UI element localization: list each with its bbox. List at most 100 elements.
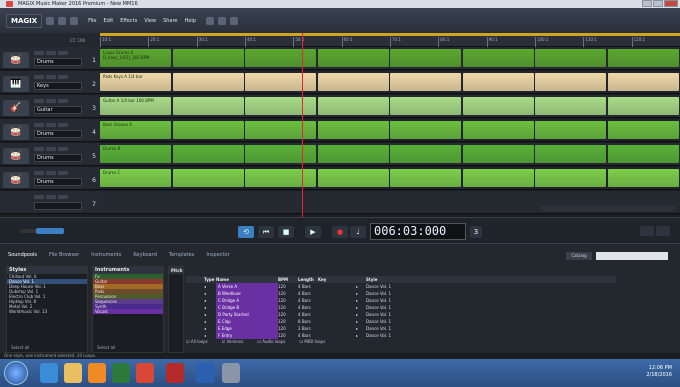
word-icon[interactable] — [196, 363, 214, 383]
track-name[interactable] — [34, 202, 82, 210]
fx-button[interactable] — [58, 51, 68, 55]
filter-checkbox[interactable]: ☑ Versions — [222, 339, 244, 345]
loop-play-icon[interactable]: ▸ — [356, 318, 366, 325]
track-name[interactable]: Drums — [34, 130, 82, 138]
col-length[interactable]: Length — [298, 276, 318, 283]
media-player-icon[interactable] — [88, 363, 106, 383]
style-item[interactable]: Worldmusic Vol. 13 — [7, 309, 87, 314]
audio-clip[interactable] — [172, 97, 244, 115]
audio-clip[interactable] — [462, 121, 534, 139]
tab-templates[interactable]: Templates — [169, 252, 194, 261]
audio-clip[interactable] — [245, 169, 316, 187]
fx-button[interactable] — [58, 123, 68, 127]
audio-clip[interactable]: Drums C — [100, 169, 171, 187]
loop-button[interactable]: ⟲ — [238, 226, 254, 238]
instrument-item[interactable]: Vocals — [93, 309, 163, 314]
fx-button[interactable] — [58, 195, 68, 199]
track-name[interactable]: Keys — [34, 82, 82, 90]
paint-icon[interactable] — [222, 363, 240, 383]
fx-button[interactable] — [58, 75, 68, 79]
audio-clip[interactable] — [390, 49, 461, 67]
open-file-icon[interactable] — [58, 16, 67, 25]
solo-button[interactable] — [46, 75, 56, 79]
menu-help[interactable]: Help — [185, 18, 196, 24]
menu-effects[interactable]: Effects — [120, 18, 137, 24]
audio-clip[interactable] — [317, 73, 389, 91]
table-row[interactable]: ◂ D Party Started 120 4 Bars ▸ Dance Vol. 1 — [186, 311, 616, 318]
col-type[interactable]: Type — [204, 276, 216, 283]
track-lane[interactable]: Bass Groove A — [100, 119, 680, 142]
track-lane[interactable]: Pads Keys A 1/4 bar — [100, 71, 680, 94]
table-row[interactable]: ◂ E Edge 120 2 Bars ▸ Dance Vol. 1 — [186, 325, 616, 332]
col-name[interactable]: Name — [216, 276, 278, 283]
audio-clip[interactable] — [607, 97, 679, 115]
play-button[interactable]: ▶ — [305, 226, 321, 238]
zoom-out-button[interactable] — [640, 226, 654, 236]
track-lane[interactable]: Drums C — [100, 167, 680, 190]
menu-share[interactable]: Share — [163, 18, 177, 24]
audio-clip[interactable] — [390, 97, 461, 115]
redo-icon[interactable] — [217, 16, 226, 25]
solo-button[interactable] — [46, 171, 56, 175]
table-row[interactable]: ◂ A Verse A 120 4 Bars ▸ Dance Vol. 1 — [186, 283, 616, 290]
maximize-button[interactable] — [653, 0, 663, 7]
mute-button[interactable] — [34, 195, 44, 199]
solo-button[interactable] — [46, 123, 56, 127]
explorer-icon[interactable] — [64, 363, 82, 383]
mute-button[interactable] — [34, 51, 44, 55]
track-header[interactable]: 🥁 Drums 1 — [0, 47, 100, 70]
loop-play-icon[interactable]: ▸ — [356, 297, 366, 304]
metronome-button[interactable]: ♩ — [350, 226, 366, 238]
fx-button[interactable] — [58, 147, 68, 151]
audio-clip[interactable] — [462, 169, 534, 187]
loop-play-icon[interactable]: ▸ — [356, 283, 366, 290]
audio-clip[interactable] — [535, 121, 606, 139]
audio-clip[interactable] — [245, 49, 316, 67]
audio-clip[interactable] — [535, 97, 606, 115]
audio-clip[interactable] — [245, 121, 316, 139]
audio-clip[interactable] — [317, 97, 389, 115]
table-row[interactable]: ◂ C Bridge B 120 4 Bars ▸ Dance Vol. 1 — [186, 304, 616, 311]
audio-clip[interactable] — [172, 121, 244, 139]
table-row[interactable]: ◂ E Clap 120 8 Bars ▸ Dance Vol. 1 — [186, 318, 616, 325]
instruments-select-all[interactable]: Select all — [95, 345, 115, 350]
solo-button[interactable] — [46, 147, 56, 151]
table-row[interactable]: ◂ B Weetkuer 120 4 Bars ▸ Dance Vol. 1 — [186, 290, 616, 297]
close-button[interactable] — [664, 0, 678, 7]
audio-clip[interactable] — [462, 145, 534, 163]
tab-soundpools[interactable]: Soundpools — [8, 252, 37, 261]
chrome-icon[interactable] — [136, 363, 154, 383]
mute-button[interactable] — [34, 75, 44, 79]
audio-clip[interactable] — [462, 97, 534, 115]
audio-clip[interactable]: Guitar A 1/4 bar 160 BPM — [100, 97, 171, 115]
new-file-icon[interactable] — [46, 16, 55, 25]
track-name[interactable]: Drums — [34, 154, 82, 162]
audio-clip[interactable] — [607, 169, 679, 187]
audio-clip[interactable] — [390, 73, 461, 91]
fx-button[interactable] — [58, 171, 68, 175]
fx-button[interactable] — [58, 99, 68, 103]
track-header[interactable]: 🥁 Drums 4 — [0, 119, 100, 142]
audio-clip[interactable]: Pads Keys A 1/4 bar — [100, 73, 171, 91]
record-button[interactable]: ● — [332, 226, 348, 238]
ie-icon[interactable] — [40, 363, 58, 383]
audio-clip[interactable] — [317, 49, 389, 67]
audio-clip[interactable] — [317, 145, 389, 163]
audio-clip[interactable] — [535, 73, 606, 91]
mute-button[interactable] — [34, 171, 44, 175]
filter-checkbox[interactable]: ☑ All loops — [186, 339, 208, 345]
track-lane[interactable]: Guitar A 1/4 bar 160 BPM — [100, 95, 680, 118]
solo-button[interactable] — [46, 99, 56, 103]
save-icon[interactable] — [70, 16, 79, 25]
track-header[interactable]: 🥁 Drums 6 — [0, 167, 100, 190]
tab-instruments[interactable]: Instruments — [91, 252, 121, 261]
mute-button[interactable] — [34, 147, 44, 151]
loop-play-icon[interactable]: ▸ — [356, 325, 366, 332]
search-input[interactable] — [596, 252, 668, 260]
audio-clip[interactable] — [607, 73, 679, 91]
tab-file-browser[interactable]: File Browser — [49, 252, 79, 261]
loop-play-icon[interactable]: ▸ — [356, 311, 366, 318]
audio-clip[interactable] — [535, 169, 606, 187]
table-row[interactable]: ◂ F Entry 120 4 Bars ▸ Dance Vol. 1 — [186, 332, 616, 339]
solo-button[interactable] — [46, 51, 56, 55]
